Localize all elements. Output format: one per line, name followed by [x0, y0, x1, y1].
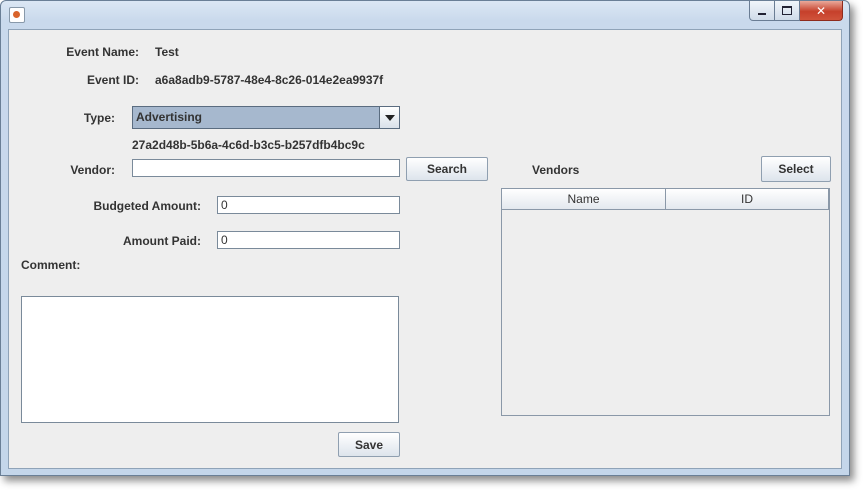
chevron-down-icon [384, 114, 395, 121]
table-header: Name ID [502, 189, 829, 210]
save-button[interactable]: Save [338, 432, 400, 457]
type-selected-value: Advertising [136, 110, 203, 124]
close-button[interactable]: ✕ [800, 1, 843, 21]
vendor-input[interactable] [132, 159, 400, 177]
amount-paid-label: Amount Paid: [123, 234, 201, 248]
minimize-button[interactable] [749, 1, 775, 21]
comment-textarea[interactable] [21, 296, 399, 423]
vendor-label: Vendor: [70, 163, 115, 177]
type-id-value: 27a2d48b-5b6a-4c6d-b3c5-b257dfb4bc9c [132, 138, 365, 152]
amount-paid-input[interactable] [217, 231, 400, 249]
event-name-label: Event Name: [66, 45, 139, 59]
comment-label: Comment: [21, 258, 81, 272]
budgeted-amount-input[interactable] [217, 196, 400, 214]
title-bar[interactable]: ✕ [1, 1, 849, 29]
budgeted-amount-label: Budgeted Amount: [93, 199, 201, 213]
maximize-button[interactable] [775, 1, 800, 21]
column-header-id[interactable]: ID [666, 189, 829, 210]
column-header-name[interactable]: Name [502, 189, 666, 210]
type-label: Type: [83, 111, 115, 125]
minimize-icon [758, 12, 766, 15]
caption-buttons: ✕ [749, 1, 843, 21]
event-id-value: a6a8adb9-5787-48e4-8c26-014e2ea9937f [155, 73, 384, 87]
app-window: ✕ Event Name: Test Event ID: a6a8adb9-57… [0, 0, 850, 476]
close-icon: ✕ [815, 3, 827, 18]
select-button[interactable]: Select [761, 156, 831, 182]
vendors-table[interactable]: Name ID [501, 188, 830, 416]
maximize-icon [782, 6, 792, 15]
type-dropdown[interactable]: Advertising [132, 106, 400, 129]
java-app-icon [9, 7, 25, 23]
event-id-label: Event ID: [86, 73, 139, 87]
vendors-title: Vendors [532, 163, 580, 177]
event-name-value: Test [155, 45, 179, 59]
dropdown-arrow-button[interactable] [379, 107, 399, 128]
form-panel: Event Name: Test Event ID: a6a8adb9-5787… [8, 29, 842, 469]
search-button[interactable]: Search [406, 157, 488, 181]
